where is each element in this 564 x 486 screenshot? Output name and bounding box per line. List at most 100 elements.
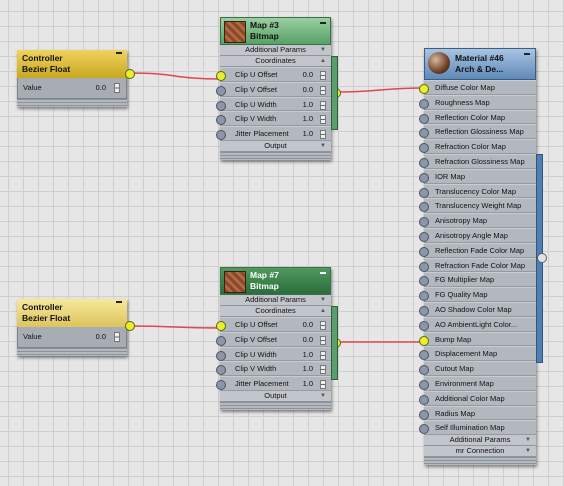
collapse-icon[interactable]: ▲	[320, 306, 326, 316]
input-socket[interactable]	[419, 350, 429, 361]
input-socket[interactable]	[419, 231, 429, 242]
input-socket[interactable]	[419, 305, 429, 316]
input-socket[interactable]	[419, 187, 429, 198]
param-row[interactable]: Clip V Width 1.0	[216, 361, 331, 377]
input-socket[interactable]	[419, 172, 429, 183]
input-socket[interactable]	[419, 335, 429, 346]
param-row[interactable]: Clip V Offset 0.0	[216, 81, 331, 98]
section-additional-params[interactable]: Additional Params ▼	[424, 435, 536, 447]
param-value[interactable]: 0.0	[303, 83, 313, 98]
material-node-46[interactable]: Material #46 Arch & De... Diffuse Color …	[419, 48, 536, 466]
section-coordinates[interactable]: Coordinates ▲	[220, 306, 331, 317]
param-row[interactable]: Clip V Offset 0.0	[216, 331, 331, 347]
controller-title[interactable]: Controller Bezier Float	[17, 299, 127, 327]
material-slot-row[interactable]: FG Multiplier Map	[419, 272, 536, 288]
minimize-icon[interactable]	[320, 272, 326, 274]
minimize-icon[interactable]	[524, 53, 530, 55]
controller-node-2[interactable]: Controller Bezier Float Value 0.0	[17, 299, 135, 356]
input-socket[interactable]	[216, 365, 226, 376]
input-socket[interactable]	[419, 246, 429, 257]
material-slot-row[interactable]: Refraction Glossiness Map	[419, 153, 536, 169]
material-slot-row[interactable]: Reflection Fade Color Map	[419, 242, 536, 258]
param-row[interactable]: Jitter Placement 1.0	[216, 126, 331, 142]
output-socket[interactable]	[125, 321, 135, 331]
material-slot-row[interactable]: Environment Map	[419, 375, 536, 391]
material-slot-row[interactable]: Bump Map	[419, 331, 536, 347]
input-socket[interactable]	[216, 335, 226, 346]
expand-icon[interactable]: ▼	[525, 446, 531, 456]
input-socket[interactable]	[419, 261, 429, 272]
input-socket[interactable]	[419, 291, 429, 302]
param-value[interactable]: 1.0	[303, 348, 313, 363]
material-slot-row[interactable]: FG Quality Map	[419, 287, 536, 302]
expand-icon[interactable]: ▼	[525, 435, 531, 445]
spinner-icon[interactable]	[320, 100, 326, 110]
spinner-icon[interactable]	[320, 380, 326, 390]
param-value[interactable]: 1.0	[303, 362, 313, 377]
param-row[interactable]: Jitter Placement 1.0	[216, 376, 331, 392]
controller-node-1[interactable]: Controller Bezier Float Value 0.0	[17, 50, 135, 107]
input-socket[interactable]	[419, 98, 429, 109]
input-socket[interactable]	[216, 321, 226, 331]
map-title[interactable]: Map #3 Bitmap	[220, 17, 331, 45]
param-value[interactable]: 0.0	[96, 81, 106, 95]
map-title[interactable]: Map #7 Bitmap	[220, 267, 331, 295]
section-mr-connection[interactable]: mr Connection ▼	[424, 446, 536, 458]
spinner-icon[interactable]	[320, 85, 326, 95]
spinner-icon[interactable]	[320, 365, 326, 375]
input-socket[interactable]	[216, 130, 226, 141]
input-socket[interactable]	[419, 143, 429, 154]
input-socket[interactable]	[419, 113, 429, 124]
map-node-7[interactable]: Map #7 Bitmap Additional Params ▼ Coordin…	[216, 267, 341, 410]
spinner-icon[interactable]	[114, 332, 120, 342]
param-value[interactable]: 1.0	[303, 377, 313, 392]
param-value[interactable]: 1.0	[303, 127, 313, 142]
output-tab[interactable]	[331, 306, 338, 380]
input-socket[interactable]	[419, 424, 429, 435]
spinner-icon[interactable]	[320, 335, 326, 345]
input-socket[interactable]	[419, 365, 429, 376]
material-title[interactable]: Material #46 Arch & De...	[424, 48, 536, 80]
param-row-value[interactable]: Value 0.0	[20, 330, 124, 344]
expand-icon[interactable]: ▼	[320, 45, 326, 55]
spinner-icon[interactable]	[320, 115, 326, 125]
material-slot-row[interactable]: AO Shadow Color Map	[419, 301, 536, 317]
input-socket[interactable]	[419, 379, 429, 390]
param-value[interactable]: 0.0	[303, 68, 313, 83]
expand-icon[interactable]: ▼	[320, 141, 326, 151]
param-value[interactable]: 0.0	[303, 318, 313, 333]
input-socket[interactable]	[419, 128, 429, 139]
input-socket[interactable]	[419, 320, 429, 331]
material-slot-row[interactable]: Reflection Color Map	[419, 109, 536, 125]
material-slot-row[interactable]: Anisotropy Angle Map	[419, 227, 536, 243]
param-row-value[interactable]: Value 0.0	[20, 81, 124, 95]
material-slot-row[interactable]: Cutout Map	[419, 361, 536, 376]
param-row[interactable]: Clip U Offset 0.0	[216, 67, 331, 83]
spinner-icon[interactable]	[320, 130, 326, 140]
input-socket[interactable]	[419, 202, 429, 213]
input-socket[interactable]	[419, 409, 429, 420]
map-node-3[interactable]: Map #3 Bitmap Additional Params ▼ Coordin…	[216, 17, 341, 160]
param-row[interactable]: Clip U Width 1.0	[216, 96, 331, 113]
input-socket[interactable]	[419, 394, 429, 405]
material-slot-row[interactable]: Diffuse Color Map	[419, 80, 536, 95]
input-socket[interactable]	[216, 350, 226, 361]
material-slot-row[interactable]: Radius Map	[419, 405, 536, 421]
material-slot-row[interactable]: Self Illumination Map	[419, 420, 536, 436]
controller-title[interactable]: Controller Bezier Float	[17, 50, 127, 78]
output-socket[interactable]	[125, 69, 135, 79]
minimize-icon[interactable]	[320, 22, 326, 24]
input-socket[interactable]	[419, 157, 429, 168]
material-slot-row[interactable]: Translucency Weight Map	[419, 198, 536, 214]
material-slot-row[interactable]: AO AmbientLight Color...	[419, 316, 536, 332]
section-additional-params[interactable]: Additional Params ▼	[220, 45, 331, 56]
param-value[interactable]: 0.0	[96, 330, 106, 344]
param-value[interactable]: 1.0	[303, 98, 313, 113]
material-slot-row[interactable]: IOR Map	[419, 168, 536, 184]
collapse-icon[interactable]: ▲	[320, 56, 326, 66]
material-slot-row[interactable]: Reflection Glossiness Map	[419, 124, 536, 140]
output-socket[interactable]	[537, 253, 547, 263]
spinner-icon[interactable]	[320, 321, 326, 330]
section-output[interactable]: Output ▼	[220, 390, 331, 402]
spinner-icon[interactable]	[320, 350, 326, 360]
